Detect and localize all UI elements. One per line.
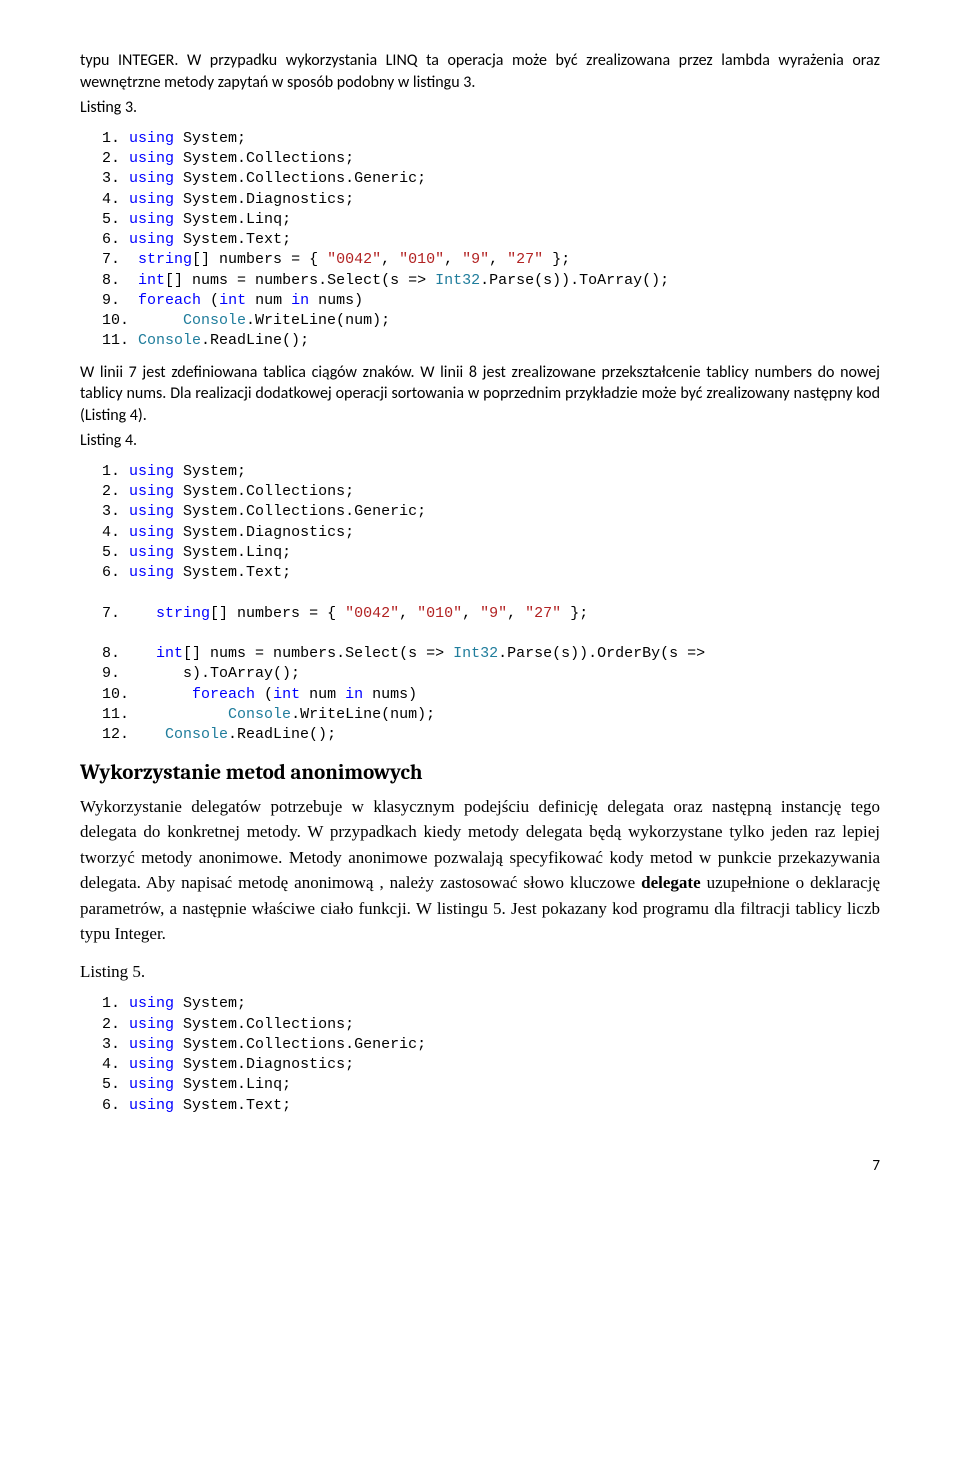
heading-anonymous-methods: Wykorzystanie metod anonimowych (80, 759, 880, 787)
page-number: 7 (80, 1156, 880, 1176)
paragraph-line7: W linii 7 jest zdefiniowana tablica ciąg… (80, 362, 880, 427)
listing4-code: 1. using System; 2. using System.Collect… (102, 462, 880, 746)
listing3-label: Listing 3. (80, 97, 880, 119)
paragraph-anonymous: Wykorzystanie delegatów potrzebuje w kla… (80, 794, 880, 947)
listing3-code: 1. using System; 2. using System.Collect… (102, 129, 880, 352)
paragraph-intro: typu INTEGER. W przypadku wykorzystania … (80, 50, 880, 93)
listing4-label: Listing 4. (80, 430, 880, 452)
listing5-code: 1. using System; 2. using System.Collect… (102, 994, 880, 1116)
listing5-label: Listing 5. (80, 959, 880, 985)
